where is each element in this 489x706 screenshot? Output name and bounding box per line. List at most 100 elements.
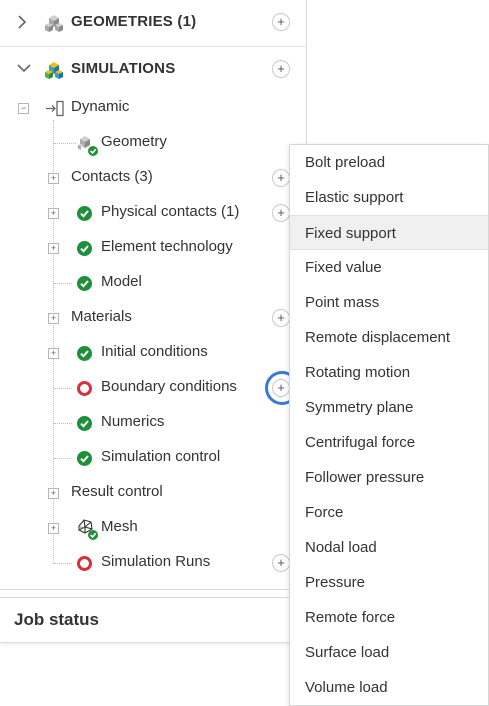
expand-toggle[interactable]: + <box>48 348 59 359</box>
simulations-title: SIMULATIONS <box>71 60 176 77</box>
menu-item-nodal-load[interactable]: Nodal load <box>290 530 488 565</box>
check-circle-icon <box>77 416 92 431</box>
menu-item-remote-force[interactable]: Remote force <box>290 600 488 635</box>
tree-item-physical-contacts[interactable]: + Physical contacts (1) + <box>0 196 306 231</box>
menu-item-label: Surface load <box>305 644 390 661</box>
geometry-cube-icon <box>43 13 65 40</box>
menu-item-label: Nodal load <box>305 539 377 556</box>
tree-item-label: Element technology <box>101 238 233 255</box>
job-status-panel[interactable]: Job status <box>0 597 307 643</box>
menu-item-label: Remote force <box>305 609 396 626</box>
menu-item-remote-displacement[interactable]: Remote displacement <box>290 320 488 355</box>
tree-connector <box>54 283 72 284</box>
geometries-title: GEOMETRIES (1) <box>71 13 197 30</box>
add-physical-contact-button[interactable]: + <box>272 204 290 222</box>
tree-connector <box>54 563 72 564</box>
simulation-node-dynamic[interactable]: − Dynamic <box>0 91 306 126</box>
tree-item-label: Model <box>101 273 142 290</box>
tree-item-numerics[interactable]: Numerics <box>0 406 306 441</box>
menu-item-centrifugal-force[interactable]: Centrifugal force <box>290 425 488 460</box>
simulation-cubes-icon <box>43 60 65 87</box>
tree-item-label: Materials <box>71 308 132 325</box>
expand-toggle[interactable]: + <box>48 523 59 534</box>
job-status-title: Job status <box>14 610 100 629</box>
tree-item-result-control[interactable]: + Result control <box>0 476 306 511</box>
tree-item-label: Mesh <box>101 518 138 535</box>
menu-item-label: Force <box>305 504 344 521</box>
menu-item-label: Fixed support <box>305 225 396 242</box>
menu-item-label: Point mass <box>305 294 380 311</box>
check-circle-icon <box>77 276 92 291</box>
boundary-condition-menu: Bolt preload Elastic support Fixed suppo… <box>289 144 489 706</box>
menu-item-label: Rotating motion <box>305 364 411 381</box>
tree-item-materials[interactable]: + Materials + <box>0 301 306 336</box>
tree-item-initial-conditions[interactable]: + Initial conditions <box>0 336 306 371</box>
check-circle-icon <box>77 206 92 221</box>
chevron-right-icon[interactable] <box>17 15 31 29</box>
mesh-check-icon <box>76 517 100 546</box>
tree-item-label: Initial conditions <box>101 343 208 360</box>
tree-item-label: Simulation control <box>101 448 221 465</box>
expand-toggle[interactable]: + <box>48 313 59 324</box>
check-circle-icon <box>77 241 92 256</box>
analysis-type-label: Dynamic <box>71 98 130 115</box>
menu-item-label: Volume load <box>305 679 388 696</box>
chevron-down-icon[interactable] <box>17 62 31 76</box>
expand-toggle[interactable]: + <box>48 243 59 254</box>
menu-item-label: Remote displacement <box>305 329 451 346</box>
menu-item-follower-pressure[interactable]: Follower pressure <box>290 460 488 495</box>
tree-item-model[interactable]: Model <box>0 266 306 301</box>
tree-item-simulation-runs[interactable]: Simulation Runs + <box>0 546 306 581</box>
expand-toggle[interactable]: + <box>48 208 59 219</box>
menu-item-label: Fixed value <box>305 259 382 276</box>
tree-connector <box>54 388 72 389</box>
tree-connector <box>54 143 76 144</box>
menu-item-surface-load[interactable]: Surface load <box>290 635 488 670</box>
tree-item-mesh[interactable]: + Mesh <box>0 511 306 546</box>
add-geometry-button[interactable]: + <box>272 13 290 31</box>
error-circle-icon <box>77 381 92 396</box>
menu-item-pressure[interactable]: Pressure <box>290 565 488 600</box>
menu-item-label: Centrifugal force <box>305 434 416 451</box>
tree-item-label: Result control <box>71 483 163 500</box>
tree-item-geometry[interactable]: Geometry <box>0 126 306 161</box>
tree-item-label: Geometry <box>101 133 167 150</box>
menu-item-symmetry-plane[interactable]: Symmetry plane <box>290 390 488 425</box>
error-circle-icon <box>77 556 92 571</box>
geometries-section-header[interactable]: GEOMETRIES (1) + <box>0 0 306 46</box>
add-contact-button[interactable]: + <box>272 169 290 187</box>
menu-item-volume-load[interactable]: Volume load <box>290 670 488 705</box>
menu-item-label: Symmetry plane <box>305 399 414 416</box>
menu-item-point-mass[interactable]: Point mass <box>290 285 488 320</box>
dynamic-analysis-icon <box>45 100 65 122</box>
menu-item-elastic-support[interactable]: Elastic support <box>290 180 488 215</box>
menu-item-force[interactable]: Force <box>290 495 488 530</box>
menu-item-fixed-support[interactable]: Fixed support <box>290 215 488 250</box>
expand-toggle[interactable]: + <box>48 173 59 184</box>
add-material-button[interactable]: + <box>272 309 290 327</box>
menu-item-label: Elastic support <box>305 189 404 206</box>
menu-item-rotating-motion[interactable]: Rotating motion <box>290 355 488 390</box>
tree-connector <box>54 458 72 459</box>
tree-item-simulation-control[interactable]: Simulation control <box>0 441 306 476</box>
expand-toggle[interactable]: + <box>48 488 59 499</box>
tree-item-label: Physical contacts (1) <box>101 203 240 220</box>
check-circle-icon <box>77 346 92 361</box>
tree-item-boundary-conditions[interactable]: Boundary conditions + <box>0 371 306 406</box>
tree-item-label: Contacts (3) <box>71 168 153 185</box>
menu-item-bolt-preload[interactable]: Bolt preload <box>290 145 488 180</box>
simulations-section-header[interactable]: SIMULATIONS + <box>0 47 306 93</box>
check-circle-icon <box>77 451 92 466</box>
tree-item-element-technology[interactable]: + Element technology <box>0 231 306 266</box>
add-simulation-run-button[interactable]: + <box>272 554 290 572</box>
tree-item-contacts[interactable]: + Contacts (3) + <box>0 161 306 196</box>
tree-item-label: Numerics <box>101 413 165 430</box>
tree-item-label: Simulation Runs <box>101 553 211 570</box>
menu-item-fixed-value[interactable]: Fixed value <box>290 250 488 285</box>
menu-item-label: Pressure <box>305 574 366 591</box>
menu-item-label: Follower pressure <box>305 469 425 486</box>
tree-item-label: Boundary conditions <box>101 378 237 395</box>
collapse-toggle[interactable]: − <box>18 103 29 114</box>
geometry-check-icon <box>76 133 100 162</box>
add-simulation-button[interactable]: + <box>272 60 290 78</box>
